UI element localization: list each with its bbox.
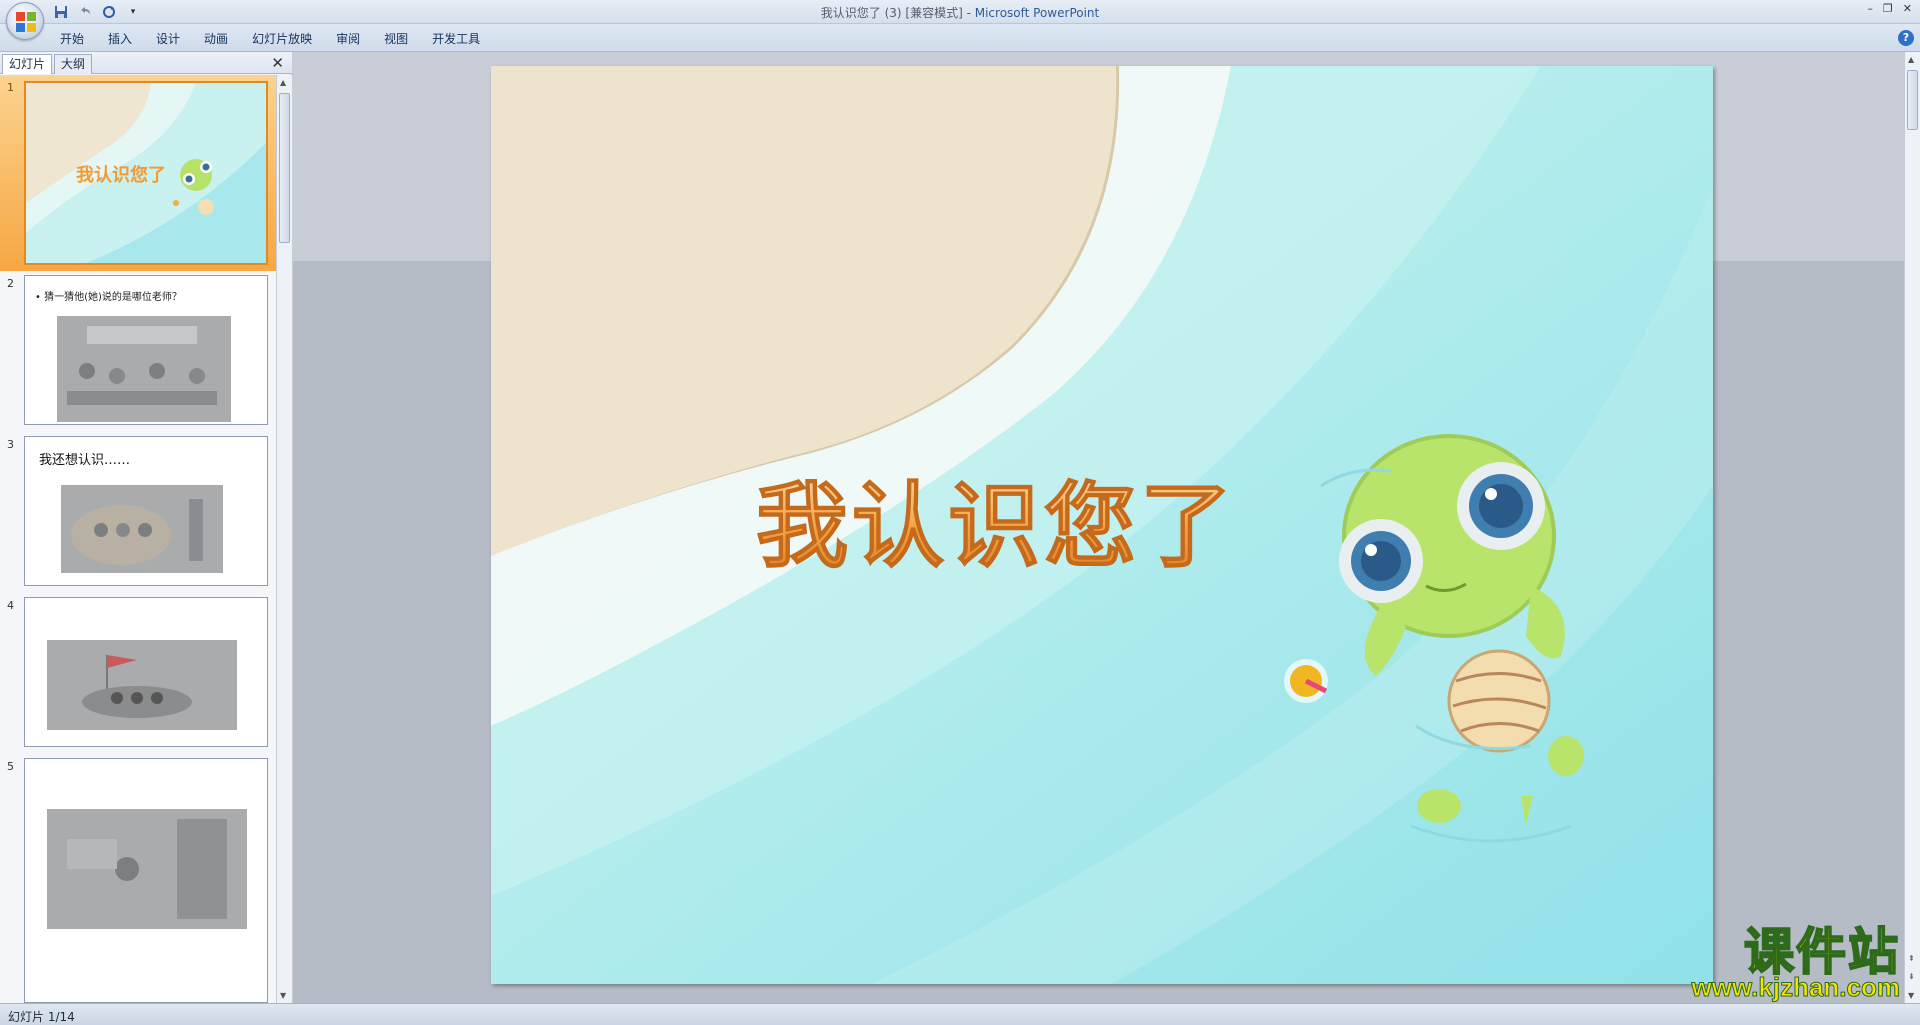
restore-icon[interactable]: ❐ [1883,2,1893,15]
window-controls: – ❐ ✕ [1867,2,1912,15]
tab-insert[interactable]: 插入 [96,30,144,48]
thumbnail-number: 2 [7,277,14,290]
scroll-down-icon[interactable]: ▼ [1908,991,1914,1000]
tab-view[interactable]: 视图 [372,30,420,48]
thumbnail-number: 1 [7,81,14,94]
slide-editor: 我认识您了 [293,52,1904,1003]
slide-title[interactable]: 我认识您了 [755,472,1236,581]
current-slide[interactable]: 我认识您了 [491,66,1713,984]
scroll-thumb[interactable] [279,93,290,243]
app-name: Microsoft PowerPoint [974,6,1100,20]
title-bar: ▾ 我认识您了 (3) [兼容模式] - Microsoft PowerPoin… [0,0,1920,24]
scroll-up-icon[interactable]: ▲ [1908,55,1914,64]
minimize-icon[interactable]: – [1867,2,1873,15]
tab-review[interactable]: 审阅 [324,30,372,48]
office-button[interactable] [6,2,44,40]
pane-tabs: 幻灯片 大纲 ✕ [0,52,292,74]
next-slide-icon[interactable]: ⇟ [1908,972,1915,981]
thumbnail-slide-1[interactable]: 1 我认识您了 [0,75,276,271]
thumbnail-number: 5 [7,760,14,773]
thumbnail-image: 我还想认识…… [24,436,268,586]
tab-home[interactable]: 开始 [48,30,96,48]
scroll-thumb[interactable] [1907,70,1918,130]
status-bar: 幻灯片 1/14 [0,1003,1920,1025]
ribbon: 开始 插入 设计 动画 幻灯片放映 审阅 视图 开发工具 ? [0,24,1920,52]
watermark-url: www.kjzhan.com [1691,972,1901,1003]
tab-design[interactable]: 设计 [144,30,192,48]
scroll-up-icon[interactable]: ▲ [280,78,286,87]
tab-outline[interactable]: 大纲 [54,54,93,74]
thumbnail-list: 1 我认识您了 2 • 猜一猜他(她)说的是哪位老师？ 3 我还想认识…… 4 … [0,75,276,1003]
thumbnail-image: 我认识您了 [24,81,268,265]
tab-slides[interactable]: 幻灯片 [2,54,53,74]
thumbnail-text: 我还想认识…… [39,453,131,468]
previous-slide-icon[interactable]: ⇞ [1908,954,1915,963]
thumbnail-text: • 猜一猜他(她)说的是哪位老师？ [35,292,182,303]
ribbon-tabs: 开始 插入 设计 动画 幻灯片放映 审阅 视图 开发工具 [48,30,492,48]
thumbnail-scrollbar[interactable]: ▲ ▼ [276,75,292,1003]
thumbnail-number: 4 [7,599,14,612]
thumbnail-image [24,597,268,747]
thumbnail-title: 我认识您了 [76,164,166,186]
thumbnail-image [24,758,268,1003]
help-icon[interactable]: ? [1898,30,1914,46]
thumbnail-slide-3[interactable]: 3 我还想认识…… [0,432,276,593]
thumbnail-slide-2[interactable]: 2 • 猜一猜他(她)说的是哪位老师？ [0,271,276,432]
document-title: 我认识您了 (3) [兼容模式] [820,6,963,20]
tab-slideshow[interactable]: 幻灯片放映 [240,30,324,48]
slide-counter: 幻灯片 1/14 [8,1010,75,1024]
window-title: 我认识您了 (3) [兼容模式] - Microsoft PowerPoint [0,4,1920,21]
close-icon[interactable]: ✕ [1903,2,1912,15]
thumbnail-image: • 猜一猜他(她)说的是哪位老师？ [24,275,268,425]
tab-animations[interactable]: 动画 [192,30,240,48]
watermark-logo: 课件站 www.kjzhan.com [1660,923,1901,1003]
office-logo-icon [16,12,36,32]
tab-developer[interactable]: 开发工具 [420,30,492,48]
slides-pane: 幻灯片 大纲 ✕ 1 我认识您了 2 • 猜一猜他(她)说的是哪位老师？ 3 我… [0,52,292,1003]
thumbnail-slide-5[interactable]: 5 [0,754,276,1003]
title-separator: - [962,6,975,20]
editor-scrollbar[interactable]: ▲ ⇞ ⇟ ▼ [1904,52,1920,1003]
thumbnail-slide-4[interactable]: 4 [0,593,276,754]
thumbnail-number: 3 [7,438,14,451]
close-pane-icon[interactable]: ✕ [271,54,284,72]
scroll-down-icon[interactable]: ▼ [280,991,286,1000]
